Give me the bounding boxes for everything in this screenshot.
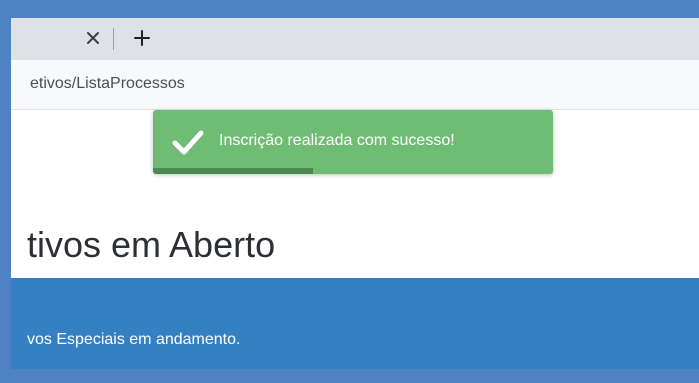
tab-bar	[11, 18, 699, 60]
info-banner: vos Especiais em andamento.	[11, 278, 699, 369]
tab-close-button[interactable]	[79, 24, 107, 52]
url-text[interactable]: etivos/ListaProcessos	[30, 75, 185, 93]
page-title: tivos em Aberto	[27, 224, 276, 265]
toast-progress-bar	[153, 168, 313, 174]
tab-separator	[113, 28, 114, 50]
info-banner-text: vos Especiais em andamento.	[27, 331, 241, 348]
toast-message: Inscrição realizada com sucesso!	[219, 132, 455, 149]
new-tab-button[interactable]	[128, 24, 156, 52]
close-icon	[87, 32, 99, 44]
success-toast[interactable]: Inscrição realizada com sucesso!	[153, 110, 553, 174]
window-frame-bottom	[0, 369, 699, 383]
checkmark-icon	[172, 130, 204, 155]
address-bar[interactable]: etivos/ListaProcessos	[11, 60, 699, 110]
plus-icon	[134, 30, 150, 46]
